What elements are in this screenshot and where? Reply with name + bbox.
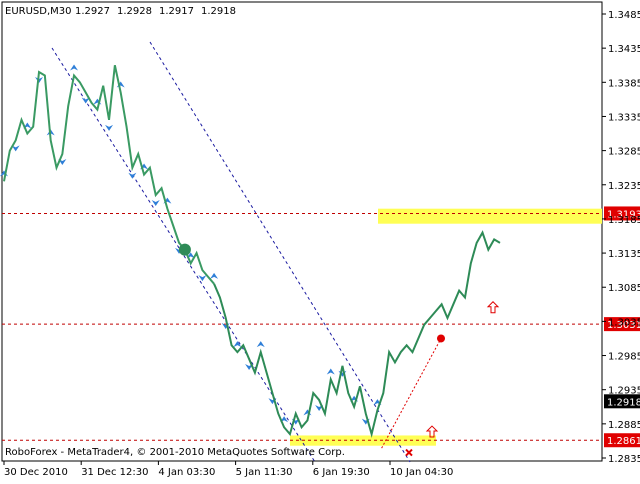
pivot-marker — [178, 243, 191, 256]
chart-canvas[interactable]: 1.31931.30311.28611.2918 1.34851.34351.3… — [0, 0, 640, 480]
x-tick-label: 5 Jan 11:30 — [236, 467, 293, 478]
y-tick-label: 1.3235 — [608, 181, 640, 192]
ohlc-high: 1.2928 — [117, 6, 152, 17]
ohlc-close: 1.2918 — [201, 6, 236, 17]
y-tick-label: 1.3185 — [608, 215, 640, 226]
ohlc-low: 1.2917 — [159, 6, 194, 17]
ohlc-open: 1.2927 — [75, 6, 110, 17]
y-tick-label: 1.3135 — [608, 249, 640, 260]
support-resistance-zone — [378, 208, 602, 224]
y-tick-label: 1.2985 — [608, 352, 640, 363]
y-tick-label: 1.3335 — [608, 112, 640, 123]
copyright-text: RoboForex - MetaTrader4, © 2001-2010 Met… — [5, 447, 345, 458]
x-tick-label: 10 Jan 04:30 — [390, 467, 453, 478]
y-tick-label: 1.3085 — [608, 283, 640, 294]
current-price-label: 1.2918 — [607, 397, 640, 408]
x-tick-label: 30 Dec 2010 — [4, 467, 68, 478]
chart-title: EURUSD,M30 — [5, 6, 71, 17]
y-tick-label: 1.3435 — [608, 44, 640, 55]
y-tick-label: 1.2935 — [608, 386, 640, 397]
x-tick-label: 31 Dec 12:30 — [81, 467, 148, 478]
y-tick-label: 1.3385 — [608, 78, 640, 89]
level-label: 1.2861 — [607, 436, 640, 447]
y-tick-label: 1.2885 — [608, 420, 640, 431]
x-tick-label: 4 Jan 03:30 — [158, 467, 215, 478]
y-tick-label: 1.3285 — [608, 147, 640, 158]
y-tick-label: 1.2835 — [608, 454, 640, 465]
y-tick-label: 1.3485 — [608, 10, 640, 21]
x-tick-label: 6 Jan 19:30 — [313, 467, 370, 478]
chart-window: 1.3193 1.3031 1.2861 1.2918 1.3485 1.3435 1.3… — [0, 0, 640, 480]
forecast-point — [437, 334, 445, 343]
y-tick-label: 1.3035 — [608, 317, 640, 328]
